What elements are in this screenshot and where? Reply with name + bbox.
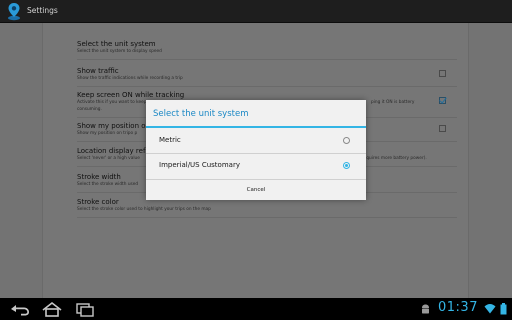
pref-title: Show traffic <box>77 67 119 75</box>
cancel-button[interactable]: Cancel <box>146 179 366 200</box>
option-metric[interactable]: Metric <box>146 128 366 153</box>
pref-summary: Select the unit system to display speed <box>77 49 162 54</box>
pref-summary-end: ping it ON is battery <box>371 100 415 105</box>
divider <box>77 217 457 218</box>
pref-unit-system[interactable]: Select the unit system Select the unit s… <box>77 40 457 55</box>
unit-system-dialog: Select the unit system Metric Imperial/U… <box>146 100 366 200</box>
option-imperial[interactable]: Imperial/US Customary <box>146 153 366 178</box>
battery-icon <box>500 303 507 315</box>
option-label: Imperial/US Customary <box>159 161 240 169</box>
pref-stroke-color[interactable]: Stroke color Select the stroke color use… <box>77 198 457 213</box>
pref-summary-start: Activate this if you want to keep <box>77 100 147 105</box>
keep-screen-on-checkbox[interactable] <box>439 97 446 104</box>
location-pin-icon[interactable] <box>6 2 22 21</box>
divider <box>77 59 457 60</box>
imperial-radio[interactable] <box>343 162 350 169</box>
wifi-icon <box>484 304 496 314</box>
pref-summary: Select the stroke color used to highligh… <box>77 207 211 212</box>
clock: 01:37 <box>438 300 478 315</box>
page-title: Settings <box>27 6 58 15</box>
show-my-position-checkbox[interactable] <box>439 125 446 132</box>
home-icon[interactable] <box>40 301 64 317</box>
pref-summary-start: Select 'never' or a high value <box>77 156 140 161</box>
pref-title: Keep screen ON while tracking <box>77 91 185 99</box>
pref-show-traffic[interactable]: Show traffic Show the traffic indication… <box>77 67 457 82</box>
back-icon[interactable] <box>8 301 32 317</box>
metric-radio[interactable] <box>343 137 350 144</box>
divider <box>77 86 457 87</box>
recent-apps-icon[interactable] <box>73 301 97 317</box>
action-bar: Settings <box>0 0 512 23</box>
pref-title: Select the unit system <box>77 40 156 48</box>
dialog-title: Select the unit system <box>153 109 249 119</box>
option-label: Metric <box>159 136 181 144</box>
dialog-header: Select the unit system <box>146 100 366 128</box>
show-traffic-checkbox[interactable] <box>439 70 446 77</box>
pref-summary-end: requires more battery power). <box>362 156 427 161</box>
system-bar: 01:37 <box>0 298 512 320</box>
pref-summary: Show the traffic indications while recor… <box>77 76 183 81</box>
android-icon <box>422 304 429 314</box>
